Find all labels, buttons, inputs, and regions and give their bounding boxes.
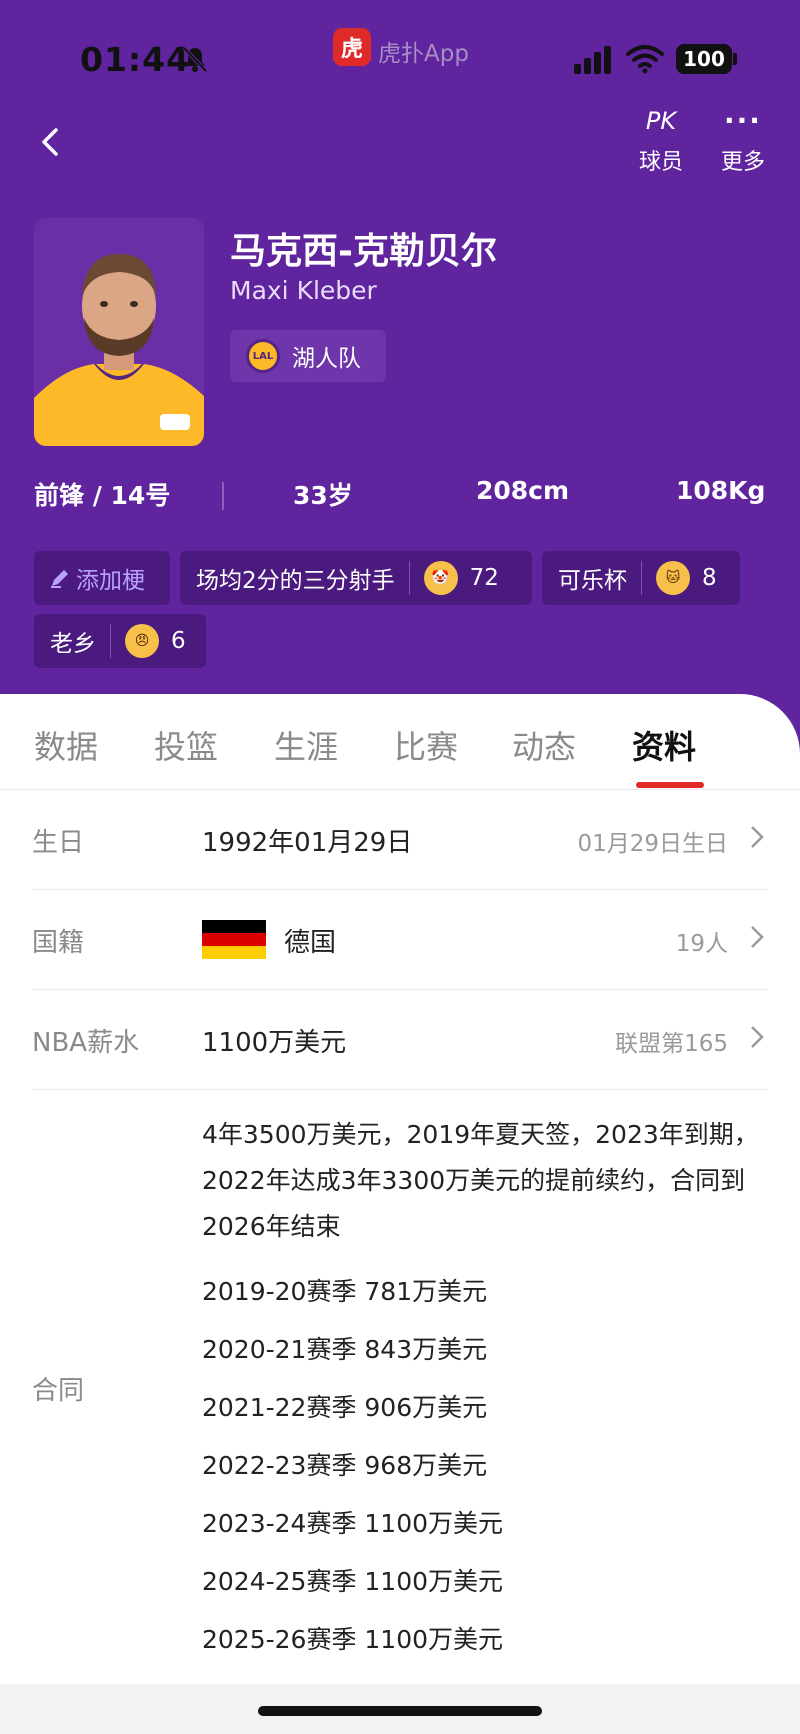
mute-bell-icon <box>182 46 208 73</box>
lakers-logo-icon: LAL <box>246 339 280 373</box>
contract-season: 2020-21赛季 843万美元 <box>202 1335 488 1364</box>
stats-divider <box>222 482 224 510</box>
contract-summary: 4年3500万美元，2019年夏天签，2023年到期，2022年达成3年3300… <box>202 1120 759 1241</box>
pk-player-button[interactable]: PK 球员 <box>626 104 696 176</box>
wifi-icon <box>626 45 664 74</box>
player-weight: 108Kg <box>676 476 766 505</box>
player-header: 01:44 虎 虎扑App 100 PK 球员 ··· 更多 马克西-克勒贝尔 … <box>0 0 800 760</box>
birthday-row[interactable]: 生日 1992年01月29日 01月29日生日 <box>32 790 768 890</box>
battery-indicator: 100 <box>676 44 732 74</box>
nationality-count: 19人 <box>675 931 728 957</box>
birthday-right-text: 01月29日生日 <box>577 831 728 857</box>
salary-label: NBA薪水 <box>32 1028 140 1058</box>
more-dots-icon: ··· <box>724 104 762 137</box>
meme-tag-count: 8 <box>702 565 717 591</box>
tab-stats[interactable]: 数据 <box>34 722 98 768</box>
tag-divider <box>110 624 111 658</box>
birthday-label: 生日 <box>32 828 85 858</box>
add-meme-button[interactable]: 添加梗 <box>34 551 170 605</box>
contract-season: 2021-22赛季 906万美元 <box>202 1393 488 1422</box>
back-arrow-icon[interactable] <box>36 122 66 162</box>
more-button[interactable]: ··· 更多 <box>708 104 778 176</box>
contract-season: 2025-26赛季 1100万美元 <box>202 1625 504 1654</box>
contract-season: 2023-24赛季 1100万美元 <box>202 1509 504 1538</box>
meme-tag-text: 场均2分的三分射手 <box>196 568 395 594</box>
nationality-row[interactable]: 国籍 德国 19人 <box>32 890 768 990</box>
player-avatar[interactable] <box>34 218 204 446</box>
player-position-number: 前锋 / 14号 <box>34 481 171 510</box>
meme-tag[interactable]: 场均2分的三分射手 🤡 72 <box>180 551 532 605</box>
tab-profile[interactable]: 资料 <box>632 722 696 768</box>
chevron-right-icon <box>751 926 764 948</box>
contract-season: 2024-25赛季 1100万美元 <box>202 1567 504 1596</box>
meme-tag[interactable]: 可乐杯 🐱 8 <box>542 551 740 605</box>
pencil-icon <box>51 570 68 588</box>
status-time: 01:44 <box>80 40 191 79</box>
contract-label: 合同 <box>32 1376 85 1406</box>
chevron-right-icon <box>751 1026 764 1048</box>
meme-tag-count: 72 <box>469 565 499 591</box>
clown-emoji-icon: 🤡 <box>423 561 458 595</box>
pk-label: 球员 <box>638 150 683 175</box>
contract-season: 2019-20赛季 781万美元 <box>202 1277 488 1306</box>
hupu-app-icon: 虎 <box>333 28 371 66</box>
player-name-cn: 马克西-克勒贝尔 <box>230 231 497 272</box>
player-height: 208cm <box>476 476 570 505</box>
birthday-value: 1992年01月29日 <box>202 828 413 858</box>
chevron-right-icon <box>751 826 764 848</box>
angry-emoji-icon: 😠 <box>125 624 159 658</box>
signal-icon <box>574 46 611 74</box>
germany-flag-icon <box>202 920 266 959</box>
back-to-app-label[interactable]: 虎扑App <box>378 34 469 68</box>
home-indicator[interactable] <box>258 1706 542 1716</box>
pk-icon: PK <box>645 107 677 135</box>
tab-news[interactable]: 动态 <box>512 722 576 768</box>
add-meme-label: 添加梗 <box>76 568 145 594</box>
meme-tag-count: 6 <box>171 628 186 654</box>
meme-tag-text: 老乡 <box>50 631 96 657</box>
tag-divider <box>408 561 410 595</box>
tab-career[interactable]: 生涯 <box>274 722 338 768</box>
tag-divider <box>641 561 642 595</box>
team-name: 湖人队 <box>292 346 361 372</box>
tab-shooting[interactable]: 投篮 <box>154 722 218 768</box>
meme-tag-text: 可乐杯 <box>558 568 627 594</box>
meme-tag[interactable]: 老乡 😠 6 <box>34 614 206 668</box>
nationality-value: 德国 <box>284 928 337 958</box>
more-label: 更多 <box>720 150 765 175</box>
salary-value: 1100万美元 <box>202 1028 347 1058</box>
player-name-en: Maxi Kleber <box>230 276 377 305</box>
nationality-label: 国籍 <box>32 928 85 958</box>
contract-season: 2022-23赛季 968万美元 <box>202 1451 488 1480</box>
tab-bar: 数据 投篮 生涯 比赛 动态 资料 <box>0 694 800 790</box>
tab-games[interactable]: 比赛 <box>394 722 458 768</box>
salary-row[interactable]: NBA薪水 1100万美元 联盟第165 <box>32 990 768 1090</box>
salary-rank: 联盟第165 <box>615 1031 728 1057</box>
active-tab-indicator <box>636 782 704 788</box>
team-chip[interactable]: LAL 湖人队 <box>230 330 386 382</box>
battery-cap <box>733 53 737 65</box>
cat-emoji-icon: 🐱 <box>656 561 690 595</box>
player-age: 33岁 <box>293 481 353 510</box>
